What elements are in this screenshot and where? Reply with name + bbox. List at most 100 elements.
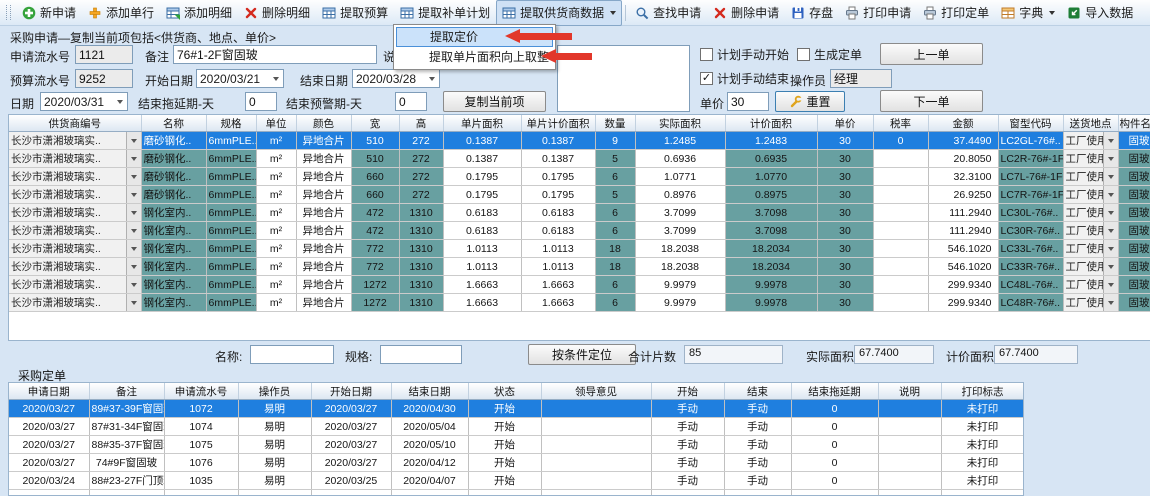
table-cell[interactable]: 6mmPLE.. — [206, 204, 256, 222]
table-cell[interactable]: 30 — [817, 222, 873, 240]
table-cell[interactable] — [541, 472, 651, 490]
warn-field[interactable] — [395, 92, 427, 111]
table-cell[interactable] — [873, 222, 928, 240]
toolbar-button-3[interactable]: 添加明细 — [160, 0, 238, 26]
table-cell[interactable]: m² — [256, 132, 296, 150]
combo-cell[interactable]: 工厂使用 — [1063, 204, 1118, 222]
column-header[interactable]: 领导意见 — [541, 383, 651, 400]
combo-cell[interactable]: 长沙市潇湘玻璃实.. — [9, 240, 141, 258]
table-cell[interactable] — [873, 204, 928, 222]
table-cell[interactable]: 磨砂钢化.. — [141, 132, 206, 150]
table-cell[interactable] — [724, 490, 791, 496]
table-cell[interactable]: 手动 — [651, 454, 724, 472]
table-cell[interactable]: 开始 — [468, 418, 541, 436]
table-cell[interactable]: 18 — [595, 240, 635, 258]
chevron-down-icon[interactable] — [1103, 186, 1118, 203]
table-cell[interactable]: 异地合片 — [296, 150, 351, 168]
table-cell[interactable]: 手动 — [724, 454, 791, 472]
locate-by-condition-button[interactable]: 按条件定位 — [528, 344, 636, 365]
table-cell[interactable]: 660 — [351, 168, 399, 186]
table-cell[interactable]: 未打印 — [941, 418, 1024, 436]
table-cell[interactable]: 9.9978 — [725, 276, 817, 294]
unit-price-field[interactable] — [727, 92, 769, 111]
table-cell[interactable]: 2020/03/27 — [9, 454, 89, 472]
chevron-down-icon[interactable] — [1103, 150, 1118, 167]
toolbar-button-2[interactable]: 添加单行 — [82, 0, 160, 26]
table-cell[interactable] — [873, 294, 928, 312]
table-cell[interactable]: 472 — [351, 222, 399, 240]
table-cell[interactable]: 272 — [399, 168, 443, 186]
table-cell[interactable]: 6mmPLE.. — [206, 258, 256, 276]
table-cell[interactable]: 2020/04/12 — [391, 454, 468, 472]
table-cell[interactable]: 开始 — [468, 472, 541, 490]
table-cell[interactable]: 0.1387 — [521, 150, 595, 168]
table-cell[interactable]: 1310 — [399, 240, 443, 258]
table-cell[interactable]: 固玻 — [1118, 132, 1150, 150]
table-cell[interactable]: 0 — [791, 418, 878, 436]
combo-cell[interactable]: 工厂使用 — [1063, 222, 1118, 240]
table-cell[interactable]: 0.1795 — [521, 168, 595, 186]
table-cell[interactable]: 易明 — [238, 436, 311, 454]
chevron-down-icon[interactable] — [126, 276, 141, 293]
table-cell[interactable] — [651, 490, 724, 496]
table-row[interactable]: 长沙市潇湘玻璃实..磨砂钢化..6mmPLE..m²异地合片5102720.13… — [9, 150, 1150, 168]
table-cell[interactable]: 30 — [817, 168, 873, 186]
combo-cell[interactable]: 工厂使用 — [1063, 150, 1118, 168]
table-row[interactable]: 长沙市潇湘玻璃实..钢化室内..6mmPLE..m²异地合片47213100.6… — [9, 204, 1150, 222]
chevron-down-icon[interactable] — [1103, 294, 1118, 311]
column-header[interactable]: 构件名称 — [1118, 115, 1150, 132]
table-cell[interactable] — [878, 400, 941, 418]
table-cell[interactable]: 1.6663 — [443, 294, 521, 312]
combo-cell[interactable]: 长沙市潇湘玻璃实.. — [9, 294, 141, 312]
column-header[interactable]: 申请流水号 — [164, 383, 238, 400]
table-cell[interactable]: m² — [256, 204, 296, 222]
table-cell[interactable]: 30 — [817, 186, 873, 204]
operator-field[interactable] — [830, 69, 892, 88]
combo-cell[interactable]: 长沙市潇湘玻璃实.. — [9, 276, 141, 294]
toolbar-button-13[interactable]: 字典 — [995, 0, 1061, 26]
table-cell[interactable]: m² — [256, 186, 296, 204]
table-cell[interactable]: 6 — [595, 204, 635, 222]
table-cell[interactable]: 手动 — [651, 472, 724, 490]
table-cell[interactable]: 异地合片 — [296, 294, 351, 312]
column-header[interactable]: 单片计价面积 — [521, 115, 595, 132]
table-cell[interactable]: 固玻 — [1118, 168, 1150, 186]
table-row[interactable]: 长沙市潇湘玻璃实..磨砂钢化..6mmPLE..m²异地合片6602720.17… — [9, 186, 1150, 204]
table-cell[interactable]: 1.0113 — [443, 258, 521, 276]
column-header[interactable]: 供货商编号 — [9, 115, 141, 132]
table-cell[interactable]: 0 — [873, 132, 928, 150]
column-header[interactable]: 开始日期 — [311, 383, 391, 400]
table-cell[interactable] — [873, 276, 928, 294]
table-cell[interactable]: 0.6935 — [725, 150, 817, 168]
table-cell[interactable]: 9 — [595, 132, 635, 150]
table-cell[interactable]: 钢化室内.. — [141, 258, 206, 276]
table-cell[interactable]: 2020/03/27 — [9, 418, 89, 436]
table-cell[interactable]: 2020/03/27 — [311, 454, 391, 472]
table-cell[interactable]: 固玻 — [1118, 150, 1150, 168]
table-cell[interactable]: 1.0113 — [521, 240, 595, 258]
column-header[interactable]: 结束 — [724, 383, 791, 400]
table-cell[interactable] — [878, 454, 941, 472]
toolbar-button-8[interactable]: 查找申请 — [629, 0, 707, 26]
table-cell[interactable]: 472 — [351, 204, 399, 222]
chevron-down-icon[interactable] — [126, 132, 141, 149]
table-cell[interactable]: 1076 — [164, 454, 238, 472]
table-cell[interactable]: 299.9340 — [928, 276, 998, 294]
table-cell[interactable]: 3.7099 — [635, 222, 725, 240]
table-cell[interactable]: 18.2034 — [725, 240, 817, 258]
table-cell[interactable]: 1310 — [399, 294, 443, 312]
table-cell[interactable]: LC30L-76#.. — [998, 204, 1063, 222]
toolbar-button-10[interactable]: 存盘 — [785, 0, 839, 26]
table-cell[interactable] — [791, 490, 878, 496]
table-cell[interactable]: 异地合片 — [296, 258, 351, 276]
column-header[interactable]: 打印标志 — [941, 383, 1024, 400]
table-cell[interactable]: 3.7098 — [725, 204, 817, 222]
combo-cell[interactable]: 工厂使用 — [1063, 240, 1118, 258]
combo-cell[interactable]: 工厂使用 — [1063, 276, 1118, 294]
table-cell[interactable] — [541, 490, 651, 496]
table-cell[interactable]: 2020/03/27 — [9, 436, 89, 454]
table-cell[interactable]: 546.1020 — [928, 240, 998, 258]
table-cell[interactable]: 3.7099 — [635, 204, 725, 222]
toolbar-button-9[interactable]: 删除申请 — [707, 0, 785, 26]
table-cell[interactable]: 9.9979 — [635, 294, 725, 312]
